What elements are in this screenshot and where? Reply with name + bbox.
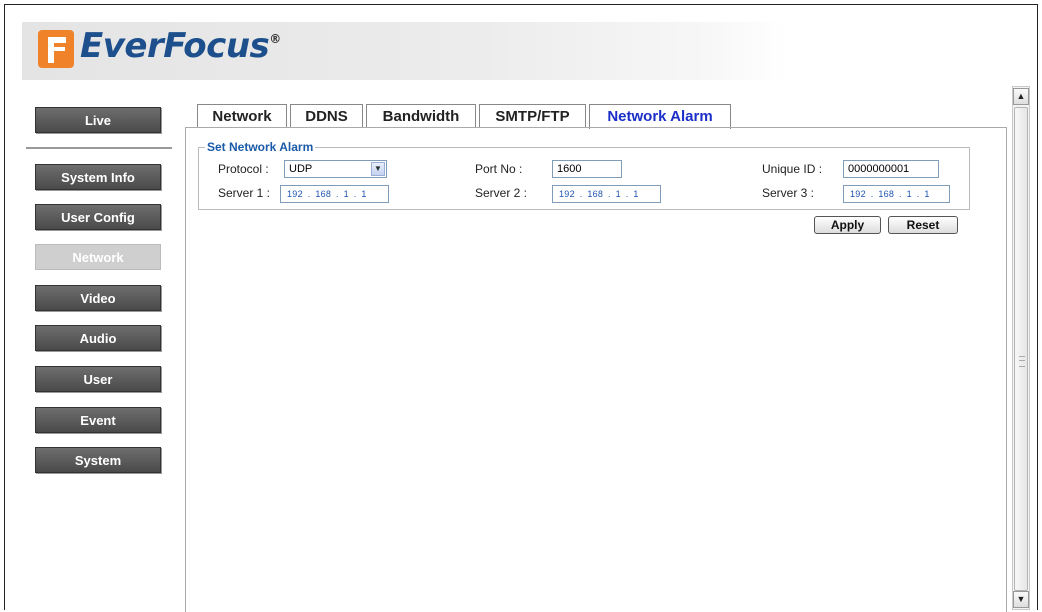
sidebar-item-system[interactable]: System	[35, 447, 161, 473]
logo-text: EverFocus®	[80, 26, 281, 66]
server3-label: Server 3 :	[762, 186, 815, 200]
logo-text-focus: Focus	[163, 26, 270, 66]
sidebar-item-live[interactable]: Live	[35, 107, 161, 133]
sidebar-item-user[interactable]: User	[35, 366, 161, 392]
server2-ip-input[interactable]: 192 . 168 . 1 . 1	[552, 185, 661, 203]
unique-id-label: Unique ID :	[762, 162, 823, 176]
port-label: Port No :	[475, 162, 523, 176]
vertical-scrollbar[interactable]: ▲ ▼	[1012, 86, 1030, 610]
reset-button[interactable]: Reset	[888, 216, 958, 234]
sidebar-item-event[interactable]: Event	[35, 407, 161, 433]
scroll-down-icon[interactable]: ▼	[1013, 591, 1029, 608]
server3-ip-input[interactable]: 192 . 168 . 1 . 1	[843, 185, 950, 203]
tab-network[interactable]: Network	[197, 104, 287, 128]
port-input[interactable]	[552, 160, 622, 178]
scrollbar-grip-icon	[1019, 356, 1025, 367]
server1-label: Server 1 :	[218, 186, 271, 200]
sidebar-item-audio[interactable]: Audio	[35, 325, 161, 351]
server1-ip-input[interactable]: 192 . 168 . 1 . 1	[280, 185, 389, 203]
tab-ddns[interactable]: DDNS	[290, 104, 363, 128]
sidebar-item-system-info[interactable]: System Info	[35, 164, 161, 190]
sidebar-item-user-config[interactable]: User Config	[35, 204, 161, 230]
scroll-up-icon[interactable]: ▲	[1013, 88, 1029, 105]
group-legend: Set Network Alarm	[207, 140, 314, 154]
protocol-select[interactable]: UDP ▼	[284, 160, 387, 178]
sidebar-item-network[interactable]: Network	[35, 244, 161, 270]
scrollbar-thumb[interactable]	[1014, 107, 1028, 591]
tab-smtp-ftp[interactable]: SMTP/FTP	[479, 104, 586, 128]
sidebar-divider	[26, 147, 172, 149]
logo-text-ever: Ever	[80, 26, 164, 66]
tab-network-alarm[interactable]: Network Alarm	[589, 104, 731, 129]
tab-bandwidth[interactable]: Bandwidth	[366, 104, 476, 128]
protocol-label: Protocol :	[218, 162, 269, 176]
sidebar-item-video[interactable]: Video	[35, 285, 161, 311]
protocol-select-value: UDP	[289, 163, 313, 175]
unique-id-input[interactable]	[843, 160, 939, 178]
everfocus-logo-icon	[38, 30, 74, 68]
registered-mark: ®	[269, 32, 281, 46]
server2-label: Server 2 :	[475, 186, 528, 200]
apply-button[interactable]: Apply	[814, 216, 881, 234]
chevron-down-icon[interactable]: ▼	[371, 162, 385, 176]
